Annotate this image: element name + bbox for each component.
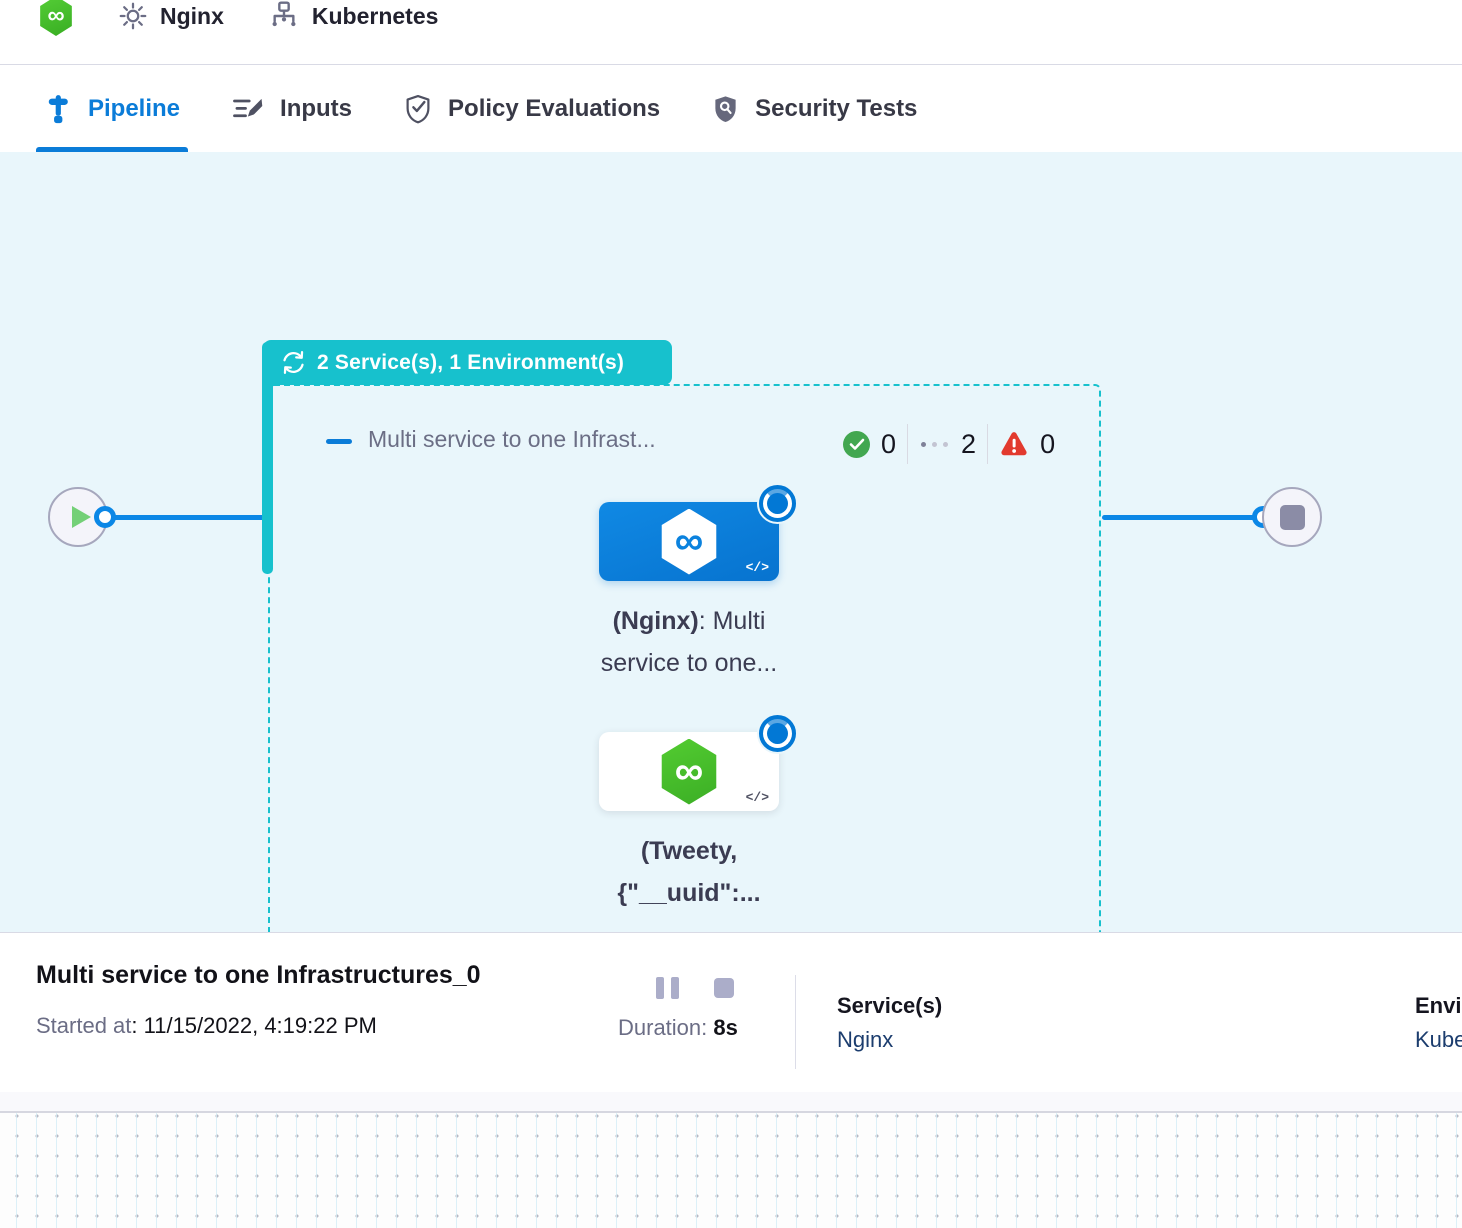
- header-environment-label[interactable]: Kubernetes: [312, 3, 439, 30]
- stage-title: Multi service to one Infrast...: [368, 426, 656, 453]
- pipeline-end-node: [1262, 487, 1322, 547]
- label-line-1: (Nginx): Multi: [549, 600, 829, 642]
- play-icon: [72, 506, 91, 528]
- stage-matrix-badge[interactable]: 2 Service(s), 1 Environment(s): [263, 340, 672, 385]
- header-service-label[interactable]: Nginx: [160, 3, 224, 30]
- code-badge-icon: </>: [746, 790, 769, 805]
- execution-summary-bar: Multi service to one Infrastructures_0 S…: [0, 932, 1462, 1092]
- gear-icon: [118, 1, 148, 31]
- execution-tabbar: Pipeline Inputs Policy Evaluations: [0, 65, 1462, 152]
- label-line-2: {"__uuid":...: [549, 872, 829, 914]
- execution-title: Multi service to one Infrastructures_0: [36, 961, 481, 990]
- tab-inputs-label: Inputs: [280, 95, 352, 123]
- pipeline-canvas[interactable]: 2 Service(s), 1 Environment(s) Multi ser…: [0, 152, 1462, 932]
- header-service-link[interactable]: Nginx: [118, 1, 224, 31]
- success-count: 0: [881, 429, 896, 460]
- infinity-glyph: ∞: [675, 749, 704, 794]
- tab-pipeline-label: Pipeline: [88, 95, 180, 123]
- label-line-2: service to one...: [549, 642, 829, 684]
- success-check-icon: [843, 431, 870, 458]
- label-line-1: (Tweety,: [549, 830, 829, 872]
- status-divider: [987, 424, 988, 464]
- started-at: Started at: 11/15/2022, 4:19:22 PM: [36, 1013, 377, 1039]
- header-environment-link[interactable]: Kubernetes: [268, 0, 439, 32]
- tab-security-tests[interactable]: Security Tests: [704, 65, 925, 152]
- environments-label: Environment(s): [1415, 993, 1462, 1019]
- failed-count: 0: [1040, 429, 1055, 460]
- duration: Duration: 8s: [618, 1015, 738, 1041]
- duration-value: 8s: [713, 1015, 737, 1040]
- start-node-port: [94, 506, 116, 528]
- infinity-glyph: ∞: [47, 2, 64, 30]
- step-node-tweety-label: (Tweety, {"__uuid":...: [549, 830, 829, 914]
- console-dotted-area[interactable]: [0, 1113, 1462, 1228]
- tab-inputs[interactable]: Inputs: [224, 65, 360, 152]
- stop-icon: [1280, 505, 1305, 530]
- code-badge-icon: </>: [746, 560, 769, 575]
- running-spinner-icon: [757, 483, 798, 524]
- tab-policy-evaluations-label: Policy Evaluations: [448, 95, 660, 123]
- running-dots-icon: [921, 442, 948, 447]
- security-shield-icon: [712, 94, 739, 124]
- status-divider: [907, 424, 908, 464]
- harness-logo-icon: ∞: [38, 0, 74, 36]
- tab-policy-evaluations[interactable]: Policy Evaluations: [396, 65, 668, 152]
- loop-icon: [280, 350, 307, 375]
- pipeline-icon: [44, 94, 72, 124]
- policy-shield-icon: [404, 94, 432, 124]
- edge-stage-to-end: [1102, 515, 1264, 520]
- started-at-value: : 11/15/2022, 4:19:22 PM: [131, 1013, 376, 1038]
- footer-divider: [795, 975, 796, 1069]
- harness-step-icon: ∞: [658, 509, 720, 575]
- kubernetes-cluster-icon: [268, 0, 300, 32]
- step-node-nginx-label: (Nginx): Multi service to one...: [549, 600, 829, 684]
- harness-step-icon: ∞: [658, 739, 720, 805]
- stage-collapse-button[interactable]: [326, 439, 352, 444]
- step-node-nginx[interactable]: ∞ </>: [599, 502, 779, 581]
- stage-matrix-badge-label: 2 Service(s), 1 Environment(s): [317, 351, 624, 375]
- stage-status-counts: 0 2 0: [843, 423, 1055, 465]
- infinity-glyph: ∞: [675, 519, 704, 564]
- tab-security-tests-label: Security Tests: [755, 95, 917, 123]
- services-link[interactable]: Nginx: [837, 1027, 893, 1053]
- services-label: Service(s): [837, 993, 942, 1019]
- execution-header: ∞ Nginx: [0, 0, 1462, 65]
- footer-lower-strip: [0, 1092, 1462, 1111]
- started-at-label: Started at: [36, 1013, 131, 1038]
- abort-execution-button[interactable]: [714, 978, 734, 998]
- duration-label: Duration:: [618, 1015, 707, 1040]
- step-node-tweety[interactable]: ∞ </>: [599, 732, 779, 811]
- failed-warning-icon: [999, 430, 1029, 458]
- inputs-icon: [232, 95, 264, 123]
- running-count: 2: [961, 429, 976, 460]
- pipeline-execution-page: ∞ Nginx: [0, 0, 1462, 1228]
- tab-pipeline[interactable]: Pipeline: [36, 65, 188, 152]
- environments-link[interactable]: Kubernetes: [1415, 1027, 1462, 1053]
- edge-start-to-stage: [110, 515, 265, 520]
- running-spinner-icon: [757, 713, 798, 754]
- pause-execution-button[interactable]: [656, 977, 679, 999]
